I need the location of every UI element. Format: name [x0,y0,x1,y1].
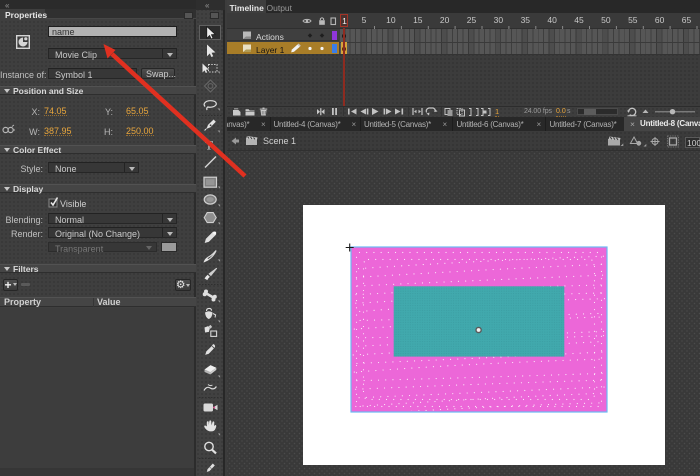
svg-text:20: 20 [440,15,450,25]
svg-text:10: 10 [386,15,396,25]
svg-text:50: 50 [601,15,611,25]
svg-text:55: 55 [628,15,638,25]
svg-text:15: 15 [413,15,423,25]
svg-text:45: 45 [574,15,584,25]
svg-text:5: 5 [362,15,367,25]
svg-text:30: 30 [494,15,504,25]
svg-text:40: 40 [547,15,557,25]
svg-text:35: 35 [521,15,531,25]
svg-text:60: 60 [655,15,665,25]
svg-text:25: 25 [467,15,477,25]
svg-text:T: T [205,138,213,153]
svg-text:65: 65 [682,15,692,25]
